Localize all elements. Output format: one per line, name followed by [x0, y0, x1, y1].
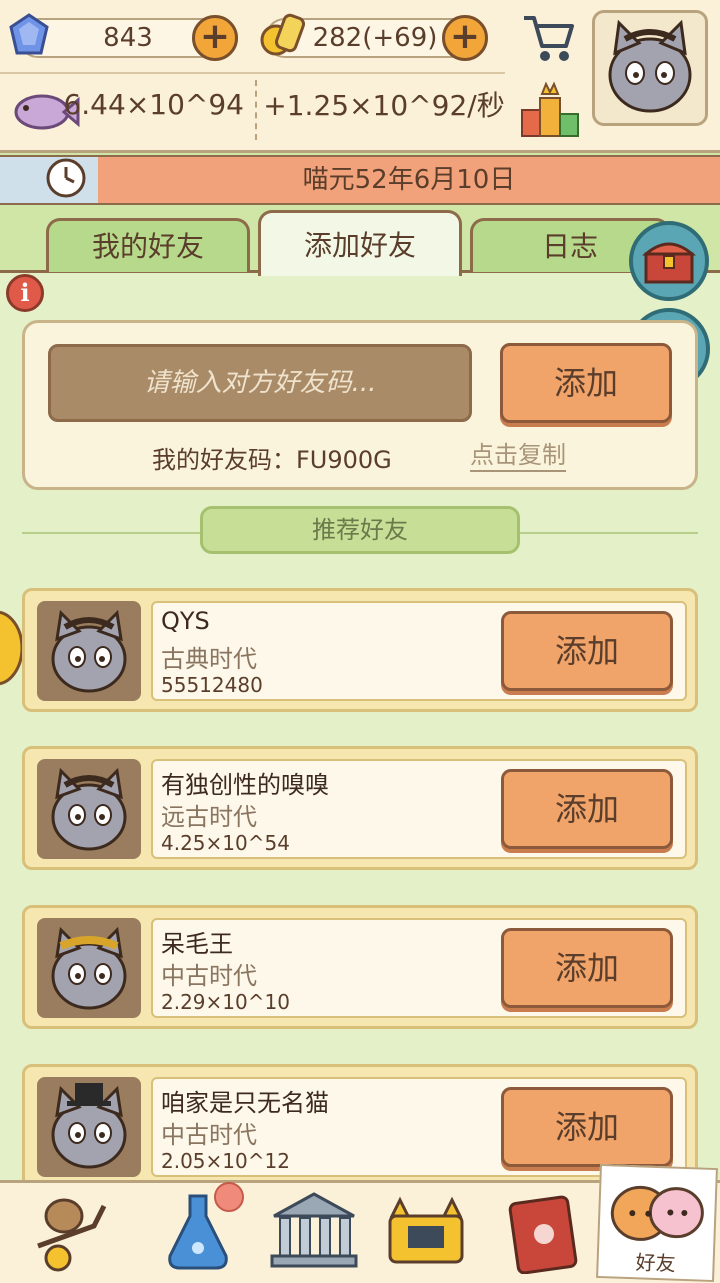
my-friend-code: 我的好友码：FU900G — [152, 446, 392, 474]
notification-dot — [214, 1182, 244, 1212]
fish-count: 6.44×10^94 — [63, 87, 244, 121]
coin-icon — [260, 13, 306, 56]
header-divider — [0, 72, 505, 74]
cat-avatar-icon — [51, 767, 127, 851]
cat-avatar-icon — [608, 19, 692, 113]
avatar — [37, 601, 141, 701]
date-strip: 喵元52年6月10日 — [0, 155, 720, 205]
cart-icon[interactable] — [518, 8, 578, 66]
friend-score: 2.05×10^12 — [161, 1149, 290, 1173]
friend-name: 咱家是只无名猫 — [161, 1089, 329, 1117]
treasure-icon[interactable] — [378, 1186, 474, 1274]
add-coins-button[interactable]: + — [442, 15, 488, 61]
info-icon[interactable]: i — [6, 274, 44, 312]
friend-row: QYS 古典时代 55512480 添加 — [22, 588, 698, 712]
friend-name: 呆毛王 — [161, 930, 233, 958]
tab-add-friend[interactable]: 添加好友 — [258, 210, 462, 276]
museum-icon[interactable] — [266, 1186, 362, 1274]
chest-icon[interactable] — [628, 220, 710, 302]
cat-avatar-icon — [51, 609, 127, 693]
book-icon[interactable] — [496, 1186, 592, 1274]
friend-era: 中古时代 — [161, 1121, 257, 1149]
fish-rate-text: +1.25×10^92/秒 — [263, 89, 505, 122]
friends-icon — [610, 1185, 704, 1241]
clock-icon — [46, 158, 86, 198]
add-friend-button[interactable]: 添加 — [501, 928, 673, 1008]
header-divider-vertical — [255, 80, 259, 140]
nav-friends-button[interactable]: 好友 — [596, 1163, 718, 1283]
tab-my-friends[interactable]: 我的好友 — [46, 218, 250, 272]
copy-code-link[interactable]: 点击复制 — [470, 440, 566, 472]
friend-era: 中古时代 — [161, 962, 257, 990]
cat-avatar-icon — [51, 926, 127, 1010]
friend-era: 远古时代 — [161, 803, 257, 831]
friend-row: 呆毛王 中古时代 2.29×10^10 添加 — [22, 905, 698, 1029]
friend-score: 4.25×10^54 — [161, 831, 290, 855]
friend-name: QYS — [161, 607, 210, 635]
add-friend-button[interactable]: 添加 — [501, 769, 673, 849]
avatar — [37, 918, 141, 1018]
podium-icon[interactable] — [518, 80, 582, 140]
add-gems-button[interactable]: + — [192, 15, 238, 61]
add-friend-button[interactable]: 添加 — [501, 1087, 673, 1167]
fish-rate: +1.25×10^92/秒 — [260, 84, 508, 124]
friend-era: 古典时代 — [161, 645, 257, 673]
friend-row: 有独创性的嗅嗅 远古时代 4.25×10^54 添加 — [22, 746, 698, 870]
avatar — [37, 1077, 141, 1177]
friend-row: 咱家是只无名猫 中古时代 2.05×10^12 添加 — [22, 1064, 698, 1188]
add-friend-button[interactable]: 添加 — [501, 611, 673, 691]
cat-avatar-icon — [51, 1083, 127, 1169]
add-by-code-button[interactable]: 添加 — [500, 343, 672, 423]
player-avatar[interactable] — [592, 10, 708, 126]
friend-score: 2.29×10^10 — [161, 990, 290, 1014]
coin-count: 282(+69) — [312, 23, 438, 53]
game-date: 喵元52年6月10日 — [302, 165, 516, 195]
fish-counter: 6.44×10^94 — [6, 84, 254, 124]
avatar — [37, 759, 141, 859]
gem-count: 843 — [103, 23, 153, 53]
friend-name: 有独创性的嗅嗅 — [161, 771, 329, 799]
gem-icon — [9, 13, 49, 55]
cart-nav-icon[interactable] — [24, 1186, 120, 1274]
friend-code-input[interactable]: 请输入对方好友码... — [48, 344, 472, 422]
nav-friends-label: 好友 — [635, 1250, 677, 1276]
recommend-header: 推荐好友 — [200, 506, 520, 554]
friend-score: 55512480 — [161, 673, 263, 697]
